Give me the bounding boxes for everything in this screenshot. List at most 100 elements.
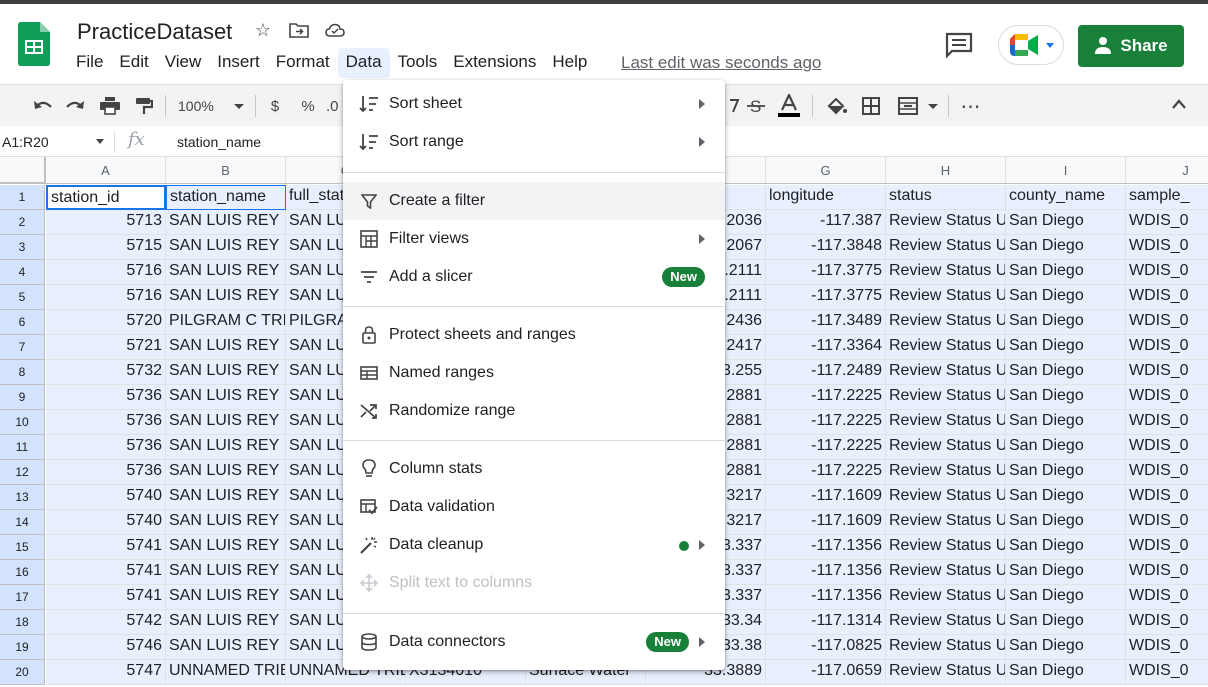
strikethrough-icon[interactable]: S <box>744 85 768 127</box>
table-cell[interactable]: SAN LUIS REY <box>166 285 286 310</box>
menu-file[interactable]: File <box>68 48 111 78</box>
sheets-logo-icon[interactable] <box>18 22 50 66</box>
table-cell[interactable]: SAN LUIS REY <box>166 235 286 260</box>
row-header[interactable]: 9 <box>0 385 45 410</box>
table-cell[interactable]: SAN LUIS REY <box>166 260 286 285</box>
table-cell[interactable]: 5736 <box>46 410 166 435</box>
table-cell[interactable]: Review Status U <box>886 560 1006 585</box>
table-cell[interactable]: Review Status U <box>886 485 1006 510</box>
table-cell[interactable]: Review Status U <box>886 410 1006 435</box>
table-cell[interactable]: WDIS_0 <box>1126 585 1208 610</box>
menu-item-named-ranges[interactable]: Named ranges <box>343 354 725 392</box>
table-cell[interactable]: WDIS_0 <box>1126 535 1208 560</box>
table-cell[interactable]: San Diego <box>1006 435 1126 460</box>
table-cell[interactable]: WDIS_0 <box>1126 660 1208 685</box>
menu-format[interactable]: Format <box>268 48 338 78</box>
overflow-tool-icon[interactable] <box>726 85 744 127</box>
column-header-h[interactable]: H <box>886 157 1006 184</box>
paint-format-icon[interactable] <box>130 85 158 127</box>
formula-input[interactable]: station_name <box>177 134 261 150</box>
table-cell[interactable]: -117.3848 <box>766 235 886 260</box>
menu-item-protect-sheets[interactable]: Protect sheets and ranges <box>343 316 725 354</box>
table-cell[interactable]: WDIS_0 <box>1126 335 1208 360</box>
menu-item-filter-views[interactable]: Filter views <box>343 220 725 258</box>
table-cell[interactable]: -117.2225 <box>766 460 886 485</box>
table-cell[interactable]: San Diego <box>1006 285 1126 310</box>
menu-item-add-slicer[interactable]: Add a slicer New <box>343 258 725 296</box>
row-header[interactable]: 6 <box>0 310 45 335</box>
table-cell[interactable]: WDIS_0 <box>1126 435 1208 460</box>
table-cell[interactable]: San Diego <box>1006 310 1126 335</box>
row-header[interactable]: 4 <box>0 260 45 285</box>
header-cell[interactable]: county_name <box>1006 185 1126 210</box>
last-edit-link[interactable]: Last edit was seconds ago <box>621 53 821 73</box>
menu-item-sort-range[interactable]: Sort range <box>343 123 725 161</box>
table-cell[interactable]: WDIS_0 <box>1126 235 1208 260</box>
table-cell[interactable]: 5732 <box>46 360 166 385</box>
table-cell[interactable]: -117.2225 <box>766 385 886 410</box>
table-cell[interactable]: 5736 <box>46 435 166 460</box>
borders-icon[interactable] <box>858 85 884 127</box>
cloud-status-icon[interactable] <box>324 19 346 41</box>
table-cell[interactable]: San Diego <box>1006 485 1126 510</box>
table-cell[interactable]: -117.1356 <box>766 560 886 585</box>
table-cell[interactable]: WDIS_0 <box>1126 610 1208 635</box>
table-cell[interactable]: Review Status U <box>886 335 1006 360</box>
table-cell[interactable]: SAN LUIS REY <box>166 560 286 585</box>
chevron-up-icon[interactable] <box>1172 98 1186 112</box>
row-header[interactable]: 18 <box>0 610 45 635</box>
table-cell[interactable]: San Diego <box>1006 610 1126 635</box>
table-cell[interactable]: SAN LUIS REY <box>166 460 286 485</box>
table-cell[interactable]: San Diego <box>1006 210 1126 235</box>
table-cell[interactable]: SAN LUIS REY <box>166 610 286 635</box>
table-cell[interactable]: SAN LUIS REY <box>166 485 286 510</box>
header-cell[interactable]: status <box>886 185 1006 210</box>
table-cell[interactable]: WDIS_0 <box>1126 410 1208 435</box>
table-cell[interactable]: Review Status U <box>886 310 1006 335</box>
menu-help[interactable]: Help <box>544 48 595 78</box>
table-cell[interactable]: Review Status U <box>886 660 1006 685</box>
table-cell[interactable]: WDIS_0 <box>1126 210 1208 235</box>
table-cell[interactable]: SAN LUIS REY <box>166 210 286 235</box>
more-options-icon[interactable]: ⋯ <box>958 85 984 127</box>
table-cell[interactable]: -117.0825 <box>766 635 886 660</box>
row-header[interactable]: 19 <box>0 635 45 660</box>
table-cell[interactable]: San Diego <box>1006 635 1126 660</box>
table-cell[interactable]: Review Status U <box>886 285 1006 310</box>
table-cell[interactable]: -117.2225 <box>766 410 886 435</box>
table-cell[interactable]: Review Status U <box>886 510 1006 535</box>
menu-item-create-filter[interactable]: Create a filter <box>343 182 725 220</box>
table-cell[interactable]: 5741 <box>46 560 166 585</box>
decrease-decimal-button[interactable]: .0 <box>326 85 342 127</box>
table-cell[interactable]: -117.1356 <box>766 585 886 610</box>
column-header-i[interactable]: I <box>1006 157 1126 184</box>
table-cell[interactable]: SAN LUIS REY <box>166 385 286 410</box>
table-cell[interactable]: -117.0659 <box>766 660 886 685</box>
table-cell[interactable]: WDIS_0 <box>1126 485 1208 510</box>
table-cell[interactable]: Review Status U <box>886 235 1006 260</box>
table-cell[interactable]: SAN LUIS REY <box>166 360 286 385</box>
currency-format-button[interactable]: $ <box>264 85 286 127</box>
table-cell[interactable]: -117.1609 <box>766 510 886 535</box>
comment-history-icon[interactable] <box>944 31 974 59</box>
table-cell[interactable]: -117.3775 <box>766 285 886 310</box>
row-header[interactable]: 3 <box>0 235 45 260</box>
table-cell[interactable]: Review Status U <box>886 585 1006 610</box>
table-cell[interactable]: WDIS_0 <box>1126 285 1208 310</box>
table-cell[interactable]: Review Status U <box>886 435 1006 460</box>
meet-button[interactable] <box>998 25 1064 65</box>
row-header[interactable]: 13 <box>0 485 45 510</box>
row-header[interactable]: 11 <box>0 435 45 460</box>
table-cell[interactable]: WDIS_0 <box>1126 360 1208 385</box>
table-cell[interactable]: SAN LUIS REY <box>166 335 286 360</box>
table-cell[interactable]: 5715 <box>46 235 166 260</box>
table-cell[interactable]: 5736 <box>46 460 166 485</box>
table-cell[interactable]: WDIS_0 <box>1126 510 1208 535</box>
table-cell[interactable]: 5720 <box>46 310 166 335</box>
table-cell[interactable]: WDIS_0 <box>1126 385 1208 410</box>
text-color-icon[interactable] <box>776 85 802 127</box>
table-cell[interactable]: SAN LUIS REY <box>166 410 286 435</box>
select-all-corner[interactable] <box>0 157 46 184</box>
row-header[interactable]: 20 <box>0 660 45 685</box>
table-cell[interactable]: 5741 <box>46 535 166 560</box>
